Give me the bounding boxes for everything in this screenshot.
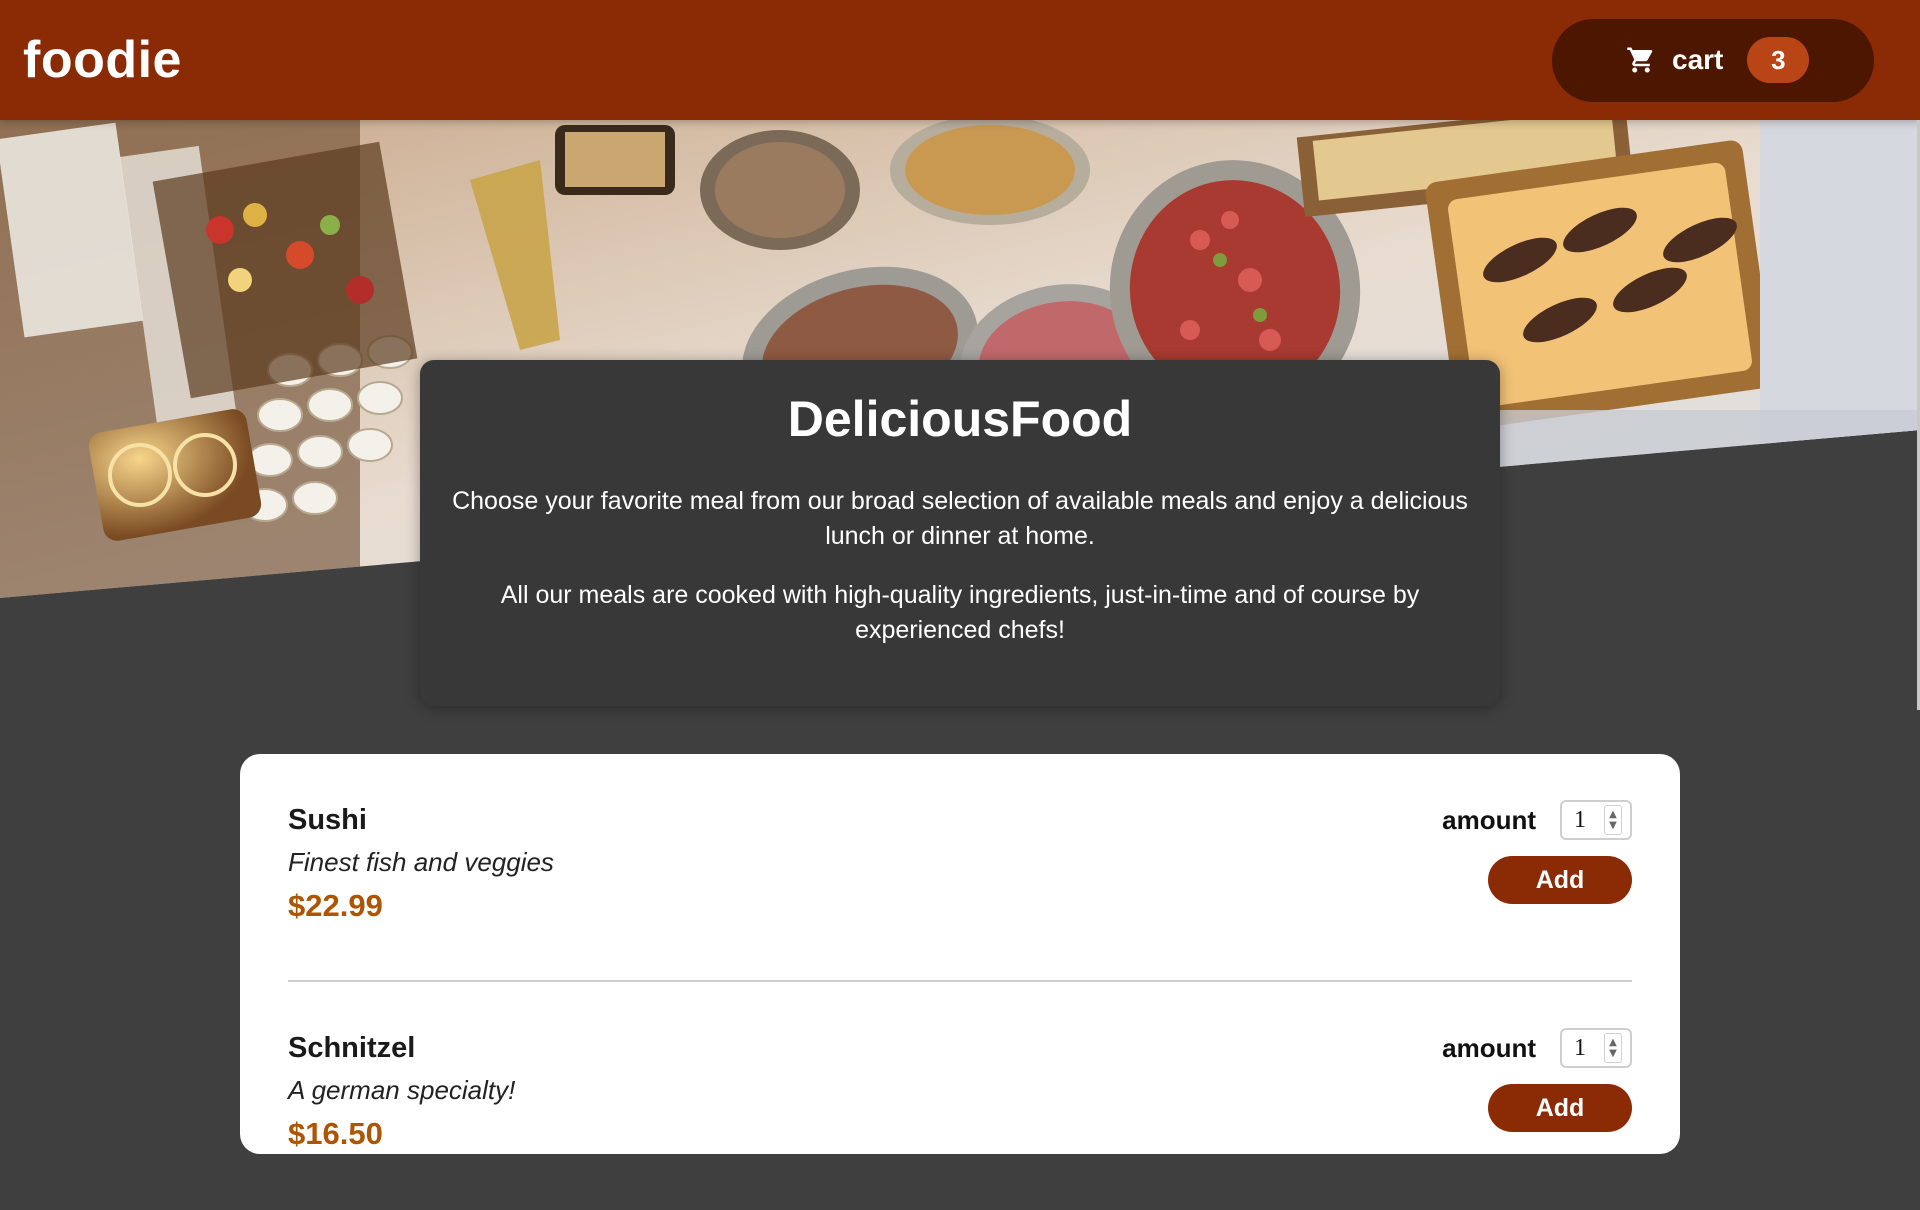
amount-row: amount 1 ▲ ▼ (1442, 1028, 1632, 1068)
meal-form: amount 1 ▲ ▼ Add (1442, 1028, 1632, 1186)
amount-value: 1 (1574, 1034, 1586, 1061)
meal-info: Schnitzel A german specialty! $16.50 (288, 1006, 515, 1186)
add-to-cart-button[interactable]: Add (1488, 1084, 1632, 1132)
amount-input[interactable]: 1 ▲ ▼ (1560, 1028, 1632, 1068)
meal-form: amount 1 ▲ ▼ Add (1442, 800, 1632, 956)
meal-price: $16.50 (288, 1116, 383, 1151)
cart-icon (1626, 45, 1656, 75)
spinner-icon[interactable]: ▲ ▼ (1604, 1033, 1622, 1063)
meal-description: Finest fish and veggies (288, 847, 554, 877)
summary-paragraph-2: All our meals are cooked with high-quali… (500, 581, 1420, 644)
cart-button[interactable]: cart 3 (1552, 18, 1874, 102)
summary-paragraph-1: Choose your favorite meal from our broad… (452, 487, 1468, 550)
cart-count-badge: 3 (1747, 37, 1810, 83)
amount-input[interactable]: 1 ▲ ▼ (1560, 800, 1632, 840)
amount-label: amount (1442, 804, 1536, 835)
app-logo[interactable]: foodie (23, 30, 182, 90)
amount-value: 1 (1574, 806, 1586, 833)
meal-info: Sushi Finest fish and veggies $22.99 (288, 778, 554, 956)
meal-price: $22.99 (288, 888, 383, 923)
spinner-icon[interactable]: ▲ ▼ (1604, 805, 1622, 835)
summary-title: DeliciousFood (787, 391, 1133, 447)
meals-list: Sushi Finest fish and veggies $22.99 amo… (240, 754, 1680, 1154)
cart-label: cart (1672, 44, 1724, 75)
add-to-cart-button[interactable]: Add (1488, 856, 1632, 904)
meal-item: Sushi Finest fish and veggies $22.99 amo… (288, 778, 1632, 982)
summary-card: DeliciousFood Choose your favorite meal … (420, 360, 1500, 706)
amount-label: amount (1442, 1032, 1536, 1063)
app-header: foodie cart 3 (0, 0, 1920, 120)
amount-row: amount 1 ▲ ▼ (1442, 800, 1632, 840)
meal-name: Schnitzel (288, 1032, 416, 1064)
meal-item: Schnitzel A german specialty! $16.50 amo… (288, 1006, 1632, 1210)
meal-name: Sushi (288, 804, 367, 836)
